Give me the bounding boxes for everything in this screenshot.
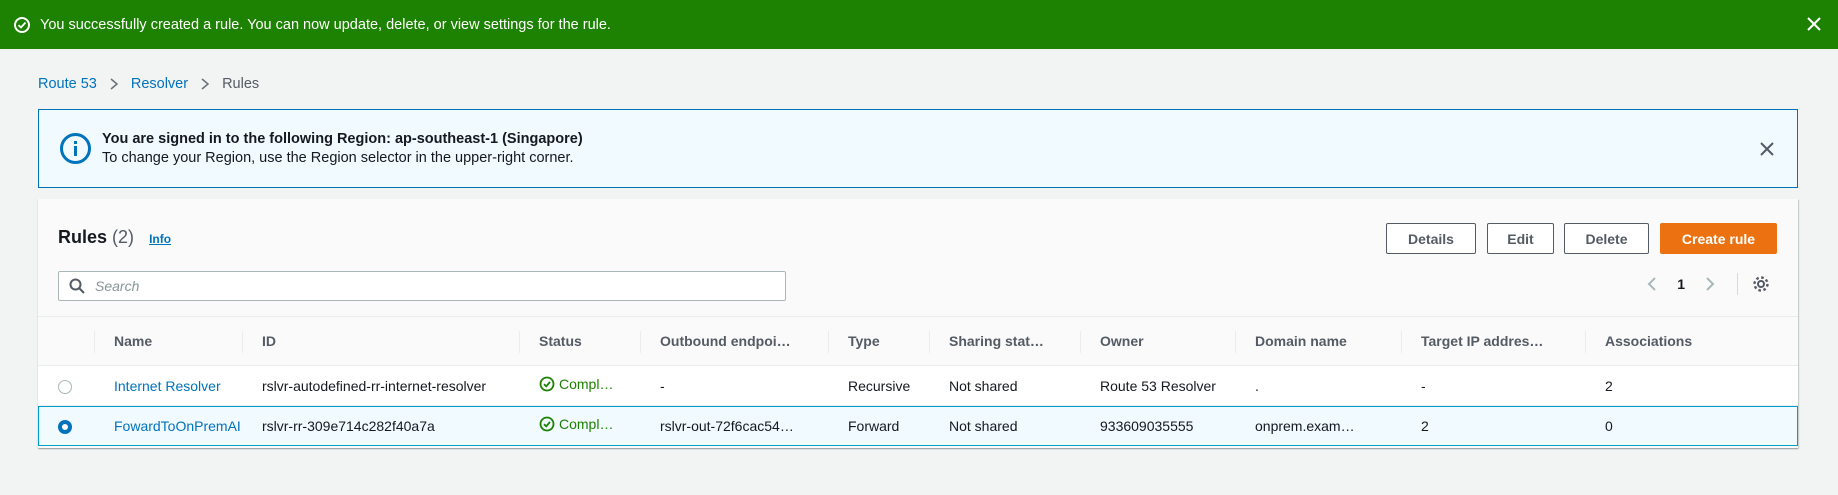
- region-banner-text: To change your Region, use the Region se…: [102, 150, 574, 166]
- associations: 2: [1605, 377, 1613, 394]
- column-header-target-ip[interactable]: Target IP addres…: [1401, 317, 1585, 366]
- delete-button[interactable]: Delete: [1564, 223, 1649, 254]
- chevron-right-icon: [201, 78, 210, 90]
- target-ip: 2: [1421, 417, 1429, 434]
- check-circle-icon: [539, 416, 555, 432]
- search-box: [58, 271, 786, 301]
- page-number[interactable]: 1: [1677, 276, 1685, 292]
- details-button[interactable]: Details: [1386, 223, 1476, 254]
- edit-button[interactable]: Edit: [1487, 223, 1554, 254]
- search-icon: [69, 278, 85, 294]
- close-banner-icon[interactable]: [1757, 139, 1777, 159]
- check-circle-icon: [14, 16, 30, 33]
- rule-name-link[interactable]: Internet Resolver: [114, 378, 221, 394]
- column-header-type[interactable]: Type: [828, 317, 929, 366]
- chevron-right-icon: [110, 78, 119, 90]
- row-radio-selected[interactable]: [58, 419, 72, 434]
- rules-title: Rules: [58, 227, 108, 247]
- breadcrumb-resolver[interactable]: Resolver: [131, 76, 188, 92]
- breadcrumb-route53[interactable]: Route 53: [38, 76, 97, 92]
- column-header-name[interactable]: Name: [94, 317, 242, 366]
- pagination: 1: [1643, 273, 1770, 295]
- rule-type: Recursive: [848, 377, 911, 394]
- domain-name: .: [1255, 377, 1259, 394]
- rules-panel: Rules (2) Info Details Edit Delete Creat…: [38, 199, 1798, 448]
- sharing-status: Not shared: [949, 377, 1018, 394]
- select-column-header: [38, 317, 94, 366]
- search-input[interactable]: [95, 278, 775, 294]
- flash-message: You successfully created a rule. You can…: [40, 16, 611, 33]
- rules-table: Name ID Status Outbound endpoi… Type Sha…: [38, 316, 1798, 446]
- rules-count: (2): [112, 227, 135, 247]
- panel-header: Rules (2) Info: [58, 227, 171, 248]
- owner: 933609035555: [1100, 417, 1194, 434]
- rule-id: rslvr-autodefined-rr-internet-resolver: [262, 377, 487, 394]
- column-header-status[interactable]: Status: [519, 317, 640, 366]
- region-banner-title: You are signed in to the following Regio…: [102, 131, 583, 147]
- row-radio[interactable]: [58, 379, 72, 394]
- column-header-sharing-status[interactable]: Sharing stat…: [929, 317, 1080, 366]
- column-header-outbound-endpoint[interactable]: Outbound endpoi…: [640, 317, 828, 366]
- region-info-banner: You are signed in to the following Regio…: [38, 109, 1798, 188]
- sharing-status: Not shared: [949, 417, 1018, 434]
- rule-type: Forward: [848, 417, 900, 434]
- status-badge: Compl…: [539, 416, 613, 432]
- column-header-associations[interactable]: Associations: [1585, 317, 1798, 366]
- status-badge: Compl…: [539, 376, 613, 392]
- info-icon: [60, 133, 91, 164]
- check-circle-icon: [539, 376, 555, 392]
- target-ip: -: [1421, 377, 1426, 394]
- chevron-left-icon[interactable]: [1643, 275, 1661, 293]
- rule-name-link[interactable]: FowardToOnPremAI: [114, 418, 241, 434]
- outbound-endpoint: -: [660, 377, 665, 394]
- table-header-row: Name ID Status Outbound endpoi… Type Sha…: [38, 316, 1798, 366]
- gear-icon[interactable]: [1752, 275, 1770, 293]
- associations: 0: [1605, 417, 1613, 434]
- outbound-endpoint: rslvr-out-72f6cac54…: [660, 417, 794, 434]
- rule-id: rslvr-rr-309e714c282f40a7a: [262, 417, 435, 434]
- table-row[interactable]: Internet Resolver rslvr-autodefined-rr-i…: [38, 365, 1798, 406]
- close-flash-icon[interactable]: [1804, 14, 1824, 34]
- breadcrumb: Route 53 Resolver Rules: [38, 76, 259, 92]
- column-header-owner[interactable]: Owner: [1080, 317, 1235, 366]
- domain-name: onprem.exam…: [1255, 417, 1355, 434]
- owner: Route 53 Resolver: [1100, 377, 1216, 394]
- table-row[interactable]: FowardToOnPremAI rslvr-rr-309e714c282f40…: [38, 405, 1798, 446]
- info-link[interactable]: Info: [149, 232, 171, 246]
- create-rule-button[interactable]: Create rule: [1660, 223, 1777, 254]
- success-flashbar: You successfully created a rule. You can…: [0, 0, 1838, 49]
- breadcrumb-rules: Rules: [222, 76, 260, 92]
- chevron-right-icon[interactable]: [1701, 275, 1719, 293]
- status-text: Compl…: [559, 416, 614, 432]
- column-header-domain-name[interactable]: Domain name: [1235, 317, 1401, 366]
- status-text: Compl…: [559, 376, 614, 392]
- pager-divider: [1737, 273, 1738, 295]
- column-header-id[interactable]: ID: [242, 317, 519, 366]
